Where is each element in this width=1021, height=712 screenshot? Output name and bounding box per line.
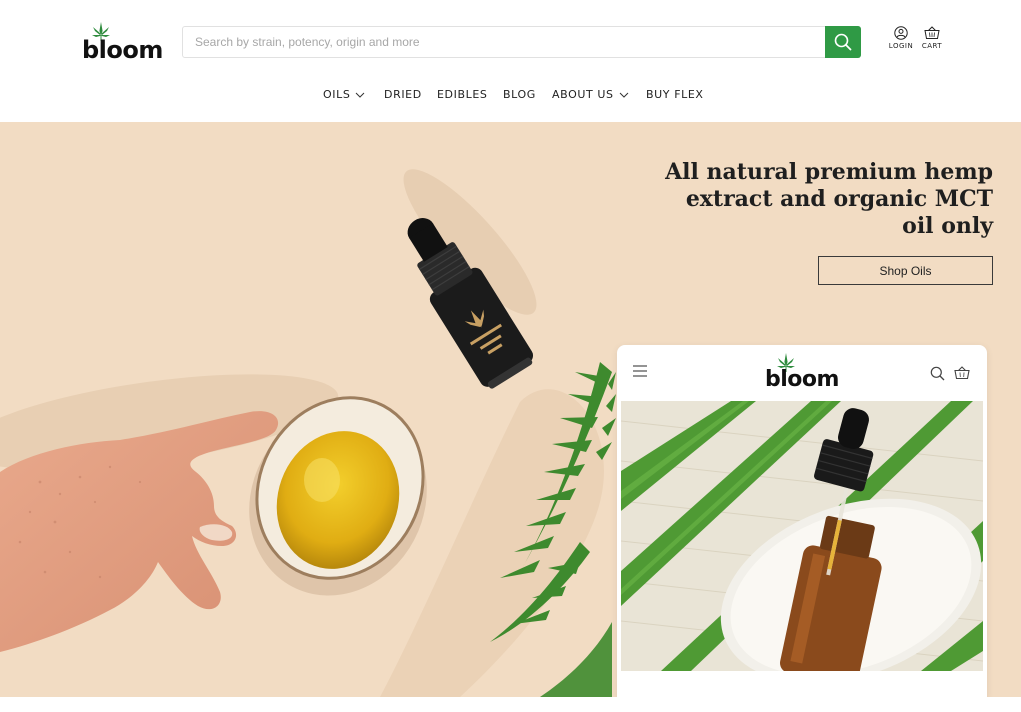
shop-oils-button[interactable]: Shop Oils bbox=[818, 256, 993, 285]
cart-icon[interactable] bbox=[954, 366, 970, 380]
mobile-preview: bloom bbox=[617, 345, 987, 697]
cart-icon bbox=[924, 26, 940, 39]
site-header: bloom LOGIN CART OILS bbox=[0, 0, 1021, 122]
chevron-down-icon bbox=[356, 92, 365, 98]
search-icon[interactable] bbox=[930, 366, 945, 381]
hero-banner: All natural premium hemp extract and org… bbox=[0, 122, 1021, 697]
chevron-down-icon bbox=[619, 92, 628, 98]
nav-item-label: BLOG bbox=[503, 88, 536, 101]
login-link[interactable]: LOGIN bbox=[886, 26, 916, 58]
nav-item-buy-flex[interactable]: BUY FLEX bbox=[646, 88, 704, 101]
nav-item-edibles[interactable]: EDIBLES bbox=[437, 88, 487, 101]
menu-icon[interactable] bbox=[632, 365, 648, 377]
nav-item-label: ABOUT US bbox=[552, 88, 614, 101]
nav-item-oils[interactable]: OILS bbox=[323, 88, 365, 101]
nav-item-label: EDIBLES bbox=[437, 88, 488, 101]
product-photo bbox=[621, 401, 983, 671]
login-label: LOGIN bbox=[888, 42, 914, 50]
main-nav: OILS DRIED EDIBLES BLOG ABOUT US BUY FLE… bbox=[0, 88, 1021, 104]
nav-item-dried[interactable]: DRIED bbox=[384, 88, 422, 101]
nav-item-label: BUY FLEX bbox=[646, 88, 704, 101]
nav-item-label: OILS bbox=[323, 88, 351, 101]
search-button[interactable] bbox=[825, 26, 861, 58]
mobile-brand-wordmark: bloom bbox=[765, 367, 839, 392]
user-icon bbox=[894, 26, 908, 40]
nav-item-blog[interactable]: BLOG bbox=[503, 88, 536, 101]
brand-wordmark: bloom bbox=[82, 36, 163, 64]
nav-item-about-us[interactable]: ABOUT US bbox=[552, 88, 629, 101]
mobile-brand-logo[interactable]: bloom bbox=[765, 353, 845, 397]
search-icon bbox=[834, 33, 852, 51]
page-below-fold bbox=[0, 697, 1021, 712]
search-input[interactable] bbox=[195, 27, 815, 57]
search-bar bbox=[182, 26, 861, 58]
brand-logo[interactable]: bloom bbox=[82, 22, 163, 66]
hero-headline: All natural premium hemp extract and org… bbox=[665, 159, 993, 239]
cart-label: CART bbox=[921, 42, 943, 50]
nav-item-label: DRIED bbox=[384, 88, 422, 101]
cart-link[interactable]: CART bbox=[917, 26, 947, 58]
